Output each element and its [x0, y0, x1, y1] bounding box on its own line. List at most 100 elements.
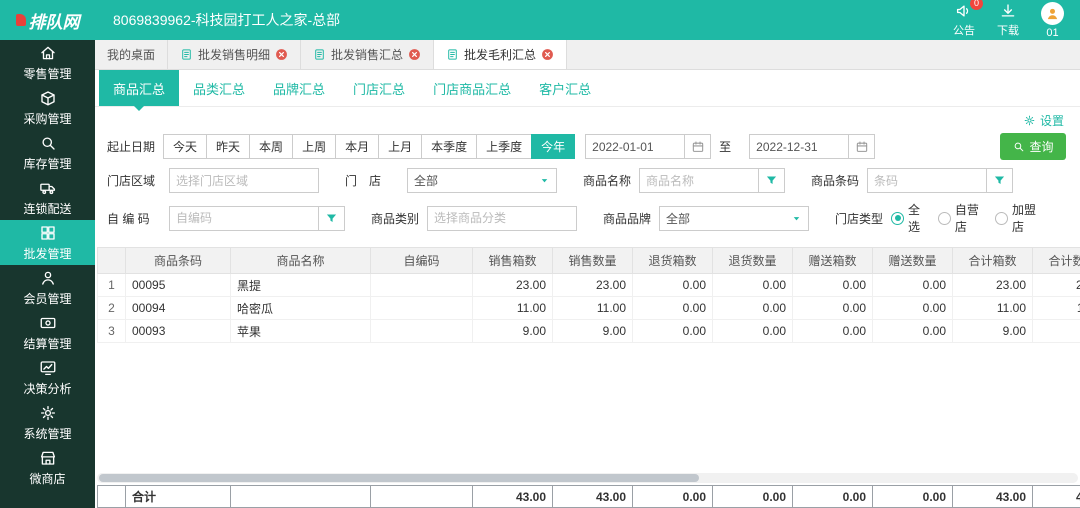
home-icon: [39, 44, 57, 62]
table-cell: 3: [97, 319, 126, 343]
date-from-calendar-button[interactable]: [684, 134, 712, 159]
date-to-calendar-button[interactable]: [848, 134, 876, 159]
logo-text: 排队网: [28, 12, 80, 32]
table-row[interactable]: 100095黑提23.0023.000.000.000.000.0023.002…: [97, 273, 1080, 297]
sidebar-item[interactable]: 微商店: [0, 445, 95, 490]
workspace-tab[interactable]: 批发毛利汇总: [434, 40, 568, 69]
filter-row-3: 自 编 码 商品类别 商品品牌 全部 门店类型 全选 自营店 加盟店: [107, 201, 1066, 235]
product-name-filter-button[interactable]: [758, 168, 786, 193]
date-preset-button[interactable]: 上周: [292, 134, 337, 159]
report-subtab[interactable]: 门店商品汇总: [419, 70, 525, 106]
report-subtab[interactable]: 客户汇总: [525, 70, 605, 106]
settings-button[interactable]: 设置: [1023, 112, 1064, 129]
announcement-badge: 0: [970, 0, 983, 10]
sidebar-item[interactable]: 库存管理: [0, 130, 95, 175]
report-subtab[interactable]: 商品汇总: [99, 70, 180, 111]
sidebar-item[interactable]: 会员管理: [0, 265, 95, 310]
category-input[interactable]: [427, 205, 578, 231]
table-row[interactable]: 2 00094 哈密瓜 11.00 11.00 0.00 0.00 0.00 0.00 11.00…: [97, 296, 1080, 320]
sidebar-item-label: 库存管理: [23, 156, 72, 171]
store-label: 门 店: [345, 174, 382, 188]
settings-row: 设置: [95, 107, 1080, 133]
store-type-radio[interactable]: 全选: [891, 201, 926, 235]
calendar-icon: [855, 140, 869, 154]
barcode-label: 商品条码: [811, 174, 860, 188]
table-cell: 1: [97, 273, 126, 297]
sidebar: 零售管理采购管理库存管理连锁配送 批发管理 会员管理 结算管理决策分析系统管理微商店: [0, 40, 95, 508]
sidebar-item[interactable]: 系统管理: [0, 400, 95, 445]
date-preset-button[interactable]: 昨天: [206, 134, 251, 159]
announcement-button[interactable]: 0 公告: [953, 0, 983, 38]
summary-cell: 43.00: [472, 485, 553, 508]
store-type-group: 门店类型 全选 自营店 加盟店: [835, 201, 1040, 235]
sidebar-item-label: 零售管理: [23, 66, 72, 81]
brand-label: 商品品牌: [603, 211, 652, 226]
self-code-input[interactable]: [169, 205, 319, 231]
workspace-tab[interactable]: 批发销售明细: [168, 40, 302, 69]
table-cell: 23.00: [552, 273, 633, 297]
column-header: 合计箱数: [952, 247, 1033, 274]
sidebar-item[interactable]: 结算管理: [0, 310, 95, 355]
tab-bar: 我的桌面 批发销售明细 批发销售汇总 批发毛利汇总: [95, 40, 1080, 70]
store-type-radio[interactable]: 自营店: [937, 201, 983, 235]
date-to-input[interactable]: [749, 134, 850, 159]
report-subtab[interactable]: 门店汇总: [339, 70, 419, 106]
barcode-filter-button[interactable]: [986, 168, 1014, 193]
workspace-tab[interactable]: 我的桌面: [95, 40, 169, 69]
horizontal-scrollbar[interactable]: [97, 473, 1078, 483]
user-menu[interactable]: 01: [1041, 1, 1064, 39]
sidebar-item[interactable]: 采购管理: [0, 85, 95, 130]
date-preset-button[interactable]: 本月: [335, 134, 380, 159]
barcode-input[interactable]: [867, 168, 988, 193]
close-icon[interactable]: [275, 48, 288, 61]
table-row[interactable]: 300093苹果9.009.000.000.000.000.009.009.00: [97, 319, 1080, 343]
radio-label: 加盟店: [1011, 203, 1036, 234]
date-preset-button[interactable]: 上季度: [476, 134, 533, 159]
caret-down-icon: [791, 213, 802, 224]
sidebar-item[interactable]: 连锁配送: [0, 175, 95, 220]
product-name-label: 商品名称: [583, 174, 632, 188]
workspace-tab[interactable]: 批发销售汇总: [301, 40, 435, 69]
analysis-icon: [39, 359, 57, 377]
radio-icon: [891, 211, 905, 225]
system-icon: [39, 404, 57, 422]
category-group: 商品类别: [371, 205, 578, 231]
close-icon[interactable]: [408, 48, 421, 61]
date-preset-button[interactable]: 今天: [163, 134, 208, 159]
query-button[interactable]: 查询: [1000, 133, 1066, 160]
tab-label: 批发销售明细: [198, 48, 271, 62]
table-cell: 0.00: [792, 296, 873, 320]
date-preset-button[interactable]: 上月: [378, 134, 423, 159]
settlement-icon: [39, 314, 57, 332]
product-name-input[interactable]: [639, 168, 760, 193]
date-from-input[interactable]: [585, 134, 686, 159]
calendar-icon: [691, 140, 705, 154]
date-preset-button[interactable]: 本季度: [421, 134, 478, 159]
brand-select[interactable]: 全部: [659, 205, 810, 231]
store-select[interactable]: 全部: [407, 168, 557, 193]
sidebar-item[interactable]: 零售管理: [0, 40, 95, 85]
table-cell: 哈密瓜: [230, 296, 371, 320]
table-cell: 0.00: [872, 319, 953, 343]
date-preset-button[interactable]: 本周: [249, 134, 294, 159]
self-code-filter-button[interactable]: [318, 205, 345, 231]
store-area-input[interactable]: [169, 168, 319, 193]
header-actions: 0 公告 下载 01: [953, 0, 1080, 39]
sidebar-item[interactable]: 决策分析: [0, 355, 95, 400]
summary-cell: 43.00: [552, 485, 633, 508]
scrollbar-thumb[interactable]: [99, 474, 699, 482]
query-label: 查询: [1029, 140, 1054, 154]
report-subtab[interactable]: 品类汇总: [179, 70, 259, 106]
store-type-radio[interactable]: 加盟店: [994, 201, 1040, 235]
download-button[interactable]: 下载: [997, 2, 1019, 38]
report-subtab[interactable]: 品牌汇总: [259, 70, 339, 106]
category-label: 商品类别: [371, 211, 420, 226]
table-cell: 0.00: [632, 319, 713, 343]
sidebar-item[interactable]: 批发管理: [0, 220, 95, 265]
sidebar-item-label: 决策分析: [23, 381, 72, 396]
brand-group: 商品品牌 全部: [603, 205, 810, 231]
sidebar-item-label: 微商店: [29, 471, 66, 486]
column-header: 退货数量: [712, 247, 793, 274]
date-preset-button[interactable]: 今年: [531, 134, 576, 159]
close-icon[interactable]: [541, 48, 554, 61]
